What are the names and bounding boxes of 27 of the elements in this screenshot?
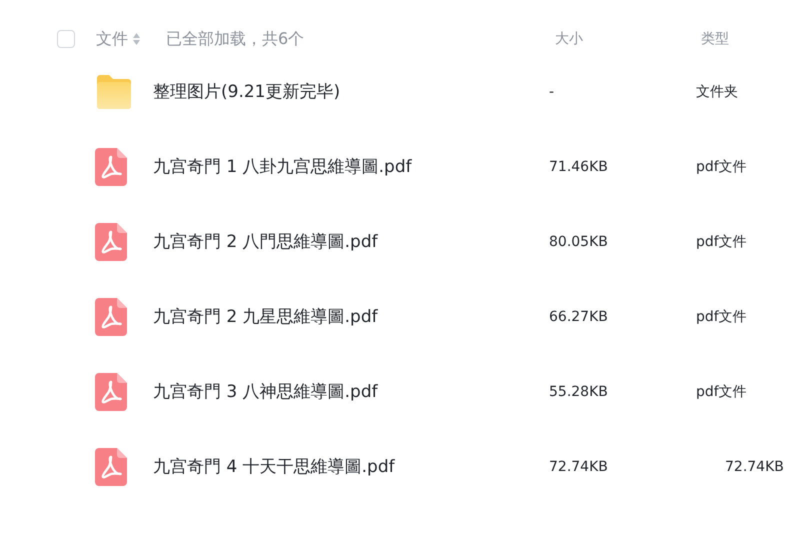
file-size: 80.05KB <box>549 234 609 250</box>
pdf-icon <box>95 298 127 336</box>
file-name[interactable]: 九宫奇門 2 九星思維導圖.pdf <box>153 305 549 328</box>
pdf-icon <box>95 448 127 486</box>
pdf-icon <box>95 372 127 410</box>
file-name[interactable]: 九宫奇門 1 八卦九宫思維導圖.pdf <box>153 155 549 178</box>
file-name[interactable]: 九宫奇門 2 八門思維導圖.pdf <box>153 230 549 253</box>
file-type: pdf文件 <box>696 232 748 250</box>
file-size: 71.46KB <box>549 158 609 174</box>
file-size: 55.28KB <box>549 384 609 400</box>
file-name[interactable]: 整理图片(9.21更新完毕) <box>153 80 549 103</box>
folder-icon <box>95 74 133 108</box>
file-type: 文件夹 <box>696 82 739 100</box>
file-type: pdf文件 <box>696 308 748 326</box>
file-size: 66.27KB <box>549 308 609 324</box>
file-type: pdf文件 <box>696 158 748 176</box>
file-size: - <box>549 84 556 100</box>
sort-icon[interactable] <box>133 33 140 45</box>
select-all-checkbox[interactable] <box>57 30 75 48</box>
file-size: 72.74KB <box>549 458 609 474</box>
file-type: 72.74KB <box>725 458 785 474</box>
file-name[interactable]: 九宫奇門 4 十天干思維導圖.pdf <box>153 455 549 478</box>
load-status: 已全部加载，共6个 <box>166 28 306 50</box>
pdf-icon <box>95 148 127 186</box>
file-name[interactable]: 九宫奇門 3 八神思維導圖.pdf <box>153 380 549 403</box>
file-type: pdf文件 <box>696 382 748 400</box>
pdf-icon <box>95 222 127 260</box>
